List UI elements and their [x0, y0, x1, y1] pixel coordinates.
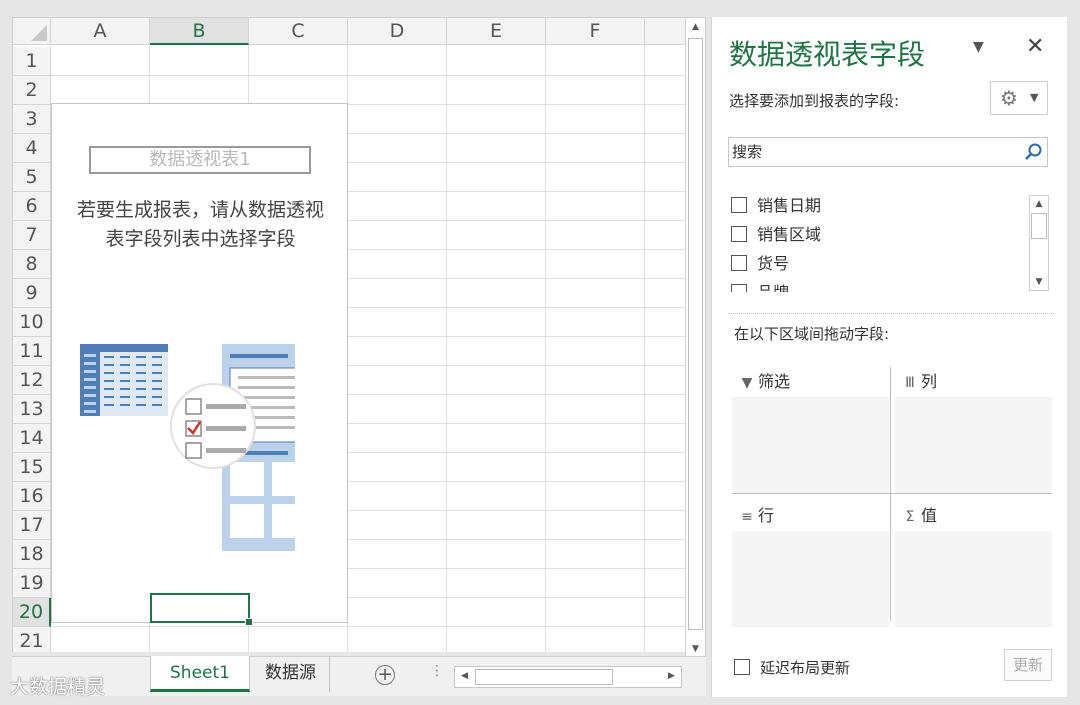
columns-area[interactable]: Ⅲ列	[895, 367, 1052, 493]
field-label: 品牌	[757, 283, 789, 292]
pivot-table-placeholder[interactable]: 数据透视表1 若要生成报表，请从数据透视 表字段列表中选择字段	[51, 103, 348, 623]
columns-icon: Ⅲ	[905, 375, 915, 391]
close-icon[interactable]: ✕	[1026, 34, 1044, 59]
row-header-2[interactable]: 2	[13, 76, 51, 105]
defer-layout-update[interactable]: 延迟布局更新	[734, 657, 850, 678]
filter-icon: ▼	[741, 375, 753, 391]
update-button[interactable]: 更新	[1004, 649, 1052, 681]
pane-options-dropdown-icon[interactable]: ▼	[973, 39, 984, 55]
row-header-3[interactable]: 3	[13, 105, 51, 134]
field-label: 货号	[757, 254, 790, 273]
column-header-b[interactable]: B	[150, 18, 249, 45]
rows-icon: ≡	[741, 509, 753, 525]
row-header-18[interactable]: 18	[13, 540, 51, 569]
pivot-instruction-line1: 若要生成报表，请从数据透视	[76, 199, 324, 221]
row-header-17[interactable]: 17	[13, 511, 51, 540]
choose-fields-label: 选择要添加到报表的字段:	[729, 92, 900, 110]
fill-handle[interactable]	[245, 618, 253, 626]
column-header-c[interactable]: C	[249, 18, 348, 45]
row-header-9[interactable]: 9	[13, 279, 51, 308]
chevron-down-icon: ▼	[1030, 91, 1039, 104]
field-item-item-no[interactable]: 货号	[731, 249, 789, 278]
sheet-tab-data-source[interactable]: 数据源	[252, 656, 330, 692]
field-label: 销售日期	[757, 196, 822, 215]
column-header-f[interactable]: F	[546, 18, 645, 45]
search-input[interactable]: 搜索	[728, 137, 1048, 167]
row-header-21[interactable]: 21	[13, 627, 51, 652]
pivot-instruction: 若要生成报表，请从数据透视 表字段列表中选择字段	[52, 196, 349, 254]
row-header-8[interactable]: 8	[13, 250, 51, 279]
scroll-up-icon[interactable]: ▲	[687, 19, 704, 36]
checkbox[interactable]	[731, 255, 747, 271]
field-list-scroll-thumb[interactable]	[1031, 213, 1047, 239]
column-header-e[interactable]: E	[447, 18, 546, 45]
filters-area[interactable]: ▼ 筛选	[732, 367, 889, 493]
columns-area-label: 列	[921, 372, 938, 391]
worksheet-vertical-scrollbar[interactable]: ▲ ▼	[685, 17, 706, 660]
scroll-up-icon[interactable]: ▲	[1031, 196, 1047, 212]
drag-fields-label: 在以下区域间拖动字段:	[734, 325, 890, 343]
values-area-label: 值	[921, 506, 938, 525]
tab-splitter-handle-icon[interactable]: ⋮	[430, 663, 444, 679]
vertical-scroll-thumb[interactable]	[688, 38, 703, 630]
row-header-4[interactable]: 4	[13, 134, 51, 163]
pane-title: 数据透视表字段	[729, 38, 926, 71]
row-header-7[interactable]: 7	[13, 221, 51, 250]
row-header-14[interactable]: 14	[13, 424, 51, 453]
row-header-16[interactable]: 16	[13, 482, 51, 511]
row-header-11[interactable]: 11	[13, 337, 51, 366]
field-item-sales-date[interactable]: 销售日期	[731, 191, 821, 220]
field-list: 销售日期 销售区域 货号 品牌	[728, 190, 1048, 292]
scroll-right-icon[interactable]: ▶	[663, 668, 680, 685]
worksheet-horizontal-scrollbar[interactable]: ◀ ▶	[454, 666, 682, 688]
area-divider-horizontal	[732, 493, 1052, 494]
sigma-icon: Σ	[905, 509, 915, 525]
row-header-10[interactable]: 10	[13, 308, 51, 337]
row-header-5[interactable]: 5	[13, 163, 51, 192]
area-divider-vertical	[890, 367, 891, 621]
defer-checkbox[interactable]	[734, 659, 750, 675]
defer-label: 延迟布局更新	[760, 659, 851, 677]
worksheet-grid[interactable]: A B C D E F 1 2 3 4 5 6 7 8 9 10 11 12 1…	[12, 17, 685, 652]
scroll-down-icon[interactable]: ▼	[1031, 274, 1047, 290]
sheet-tab-sheet1[interactable]: Sheet1	[150, 656, 250, 692]
divider	[728, 313, 1054, 314]
scroll-left-icon[interactable]: ◀	[456, 668, 473, 685]
checkbox[interactable]	[731, 226, 747, 242]
row-header-6[interactable]: 6	[13, 192, 51, 221]
row-header-1[interactable]: 1	[13, 47, 51, 76]
checkbox[interactable]	[731, 284, 747, 292]
filters-area-label: 筛选	[758, 372, 791, 391]
pivot-illustration-icon	[80, 344, 295, 551]
select-all-corner[interactable]	[13, 18, 51, 45]
row-header-15[interactable]: 15	[13, 453, 51, 482]
column-header-d[interactable]: D	[348, 18, 447, 45]
rows-area-label: 行	[758, 506, 775, 525]
checkbox[interactable]	[731, 197, 747, 213]
pivot-fields-pane: 数据透视表字段 ▼ ✕ 选择要添加到报表的字段: ⚙ ▼ 搜索 销售日期 销售区…	[711, 17, 1067, 697]
row-header-19[interactable]: 19	[13, 569, 51, 598]
row-header-20[interactable]: 20	[13, 598, 51, 627]
tools-button[interactable]: ⚙ ▼	[990, 81, 1048, 115]
active-cell-b20[interactable]	[150, 593, 250, 623]
row-header-12[interactable]: 12	[13, 366, 51, 395]
watermark: 大数据精灵	[10, 676, 106, 698]
column-header-g[interactable]	[645, 18, 685, 45]
search-icon[interactable]	[1025, 143, 1043, 161]
column-header-a[interactable]: A	[51, 18, 150, 45]
sheet-tab-bar: Sheet1 数据源 + ⋮ ◀ ▶	[12, 656, 706, 696]
pivot-instruction-line2: 表字段列表中选择字段	[105, 228, 296, 250]
add-sheet-button[interactable]: +	[375, 665, 395, 685]
field-item-brand[interactable]: 品牌	[731, 278, 789, 292]
rows-area[interactable]: ≡ 行	[732, 501, 889, 627]
gear-icon: ⚙	[1000, 86, 1018, 110]
field-list-scrollbar[interactable]: ▲ ▼	[1029, 195, 1049, 291]
row-header-13[interactable]: 13	[13, 395, 51, 424]
horizontal-scroll-thumb[interactable]	[475, 669, 613, 685]
field-item-sales-region[interactable]: 销售区域	[731, 220, 821, 249]
values-area[interactable]: Σ值	[895, 501, 1052, 627]
pivot-table-name: 数据透视表1	[89, 146, 311, 174]
field-label: 销售区域	[757, 225, 822, 244]
search-placeholder: 搜索	[732, 143, 763, 161]
